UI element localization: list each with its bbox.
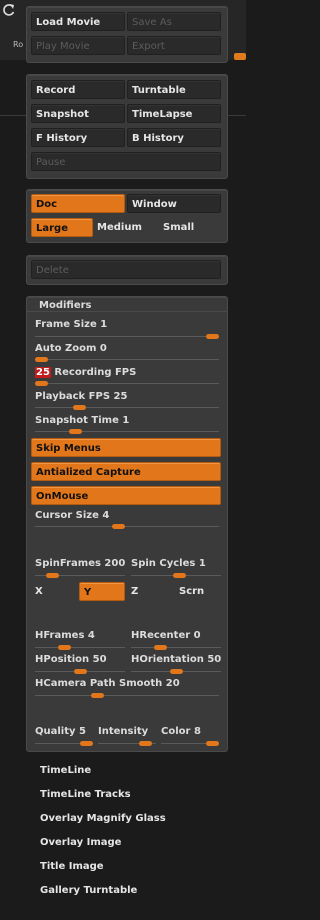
hcamera-path-smooth-slider[interactable]: HCamera Path Smooth 20 [35, 678, 180, 689]
modifiers-title: Modifiers [39, 300, 92, 311]
b-history-button[interactable]: B History [127, 128, 221, 147]
horientation-slider[interactable]: HOrientation 50 [131, 654, 221, 665]
slider-knob[interactable] [154, 645, 168, 650]
playback-fps-slider[interactable]: Playback FPS 25 [35, 391, 127, 402]
intensity-slider[interactable]: Intensity [98, 726, 148, 737]
medium-button[interactable]: Medium [97, 218, 142, 237]
spin-frames-slider[interactable]: SpinFrames 200 [35, 558, 125, 569]
snapshot-time-slider[interactable]: Snapshot Time 1 [35, 415, 129, 426]
background-slider-knob [234, 53, 246, 60]
slider-knob[interactable] [45, 573, 59, 578]
playback-fps-track [35, 407, 219, 408]
modifiers-panel: Modifiers Frame Size 1 Auto Zoom 0 25 Re… [26, 296, 228, 752]
slider-knob[interactable] [58, 645, 72, 650]
axis-scrn-button[interactable]: Scrn [179, 582, 204, 601]
record-button[interactable]: Record [31, 80, 125, 99]
recording-fps-slider[interactable]: 25 Recording FPS [35, 367, 136, 378]
large-button[interactable]: Large [31, 218, 93, 237]
auto-zoom-track [35, 359, 219, 360]
doc-button[interactable]: Doc [31, 194, 125, 213]
overlay-magnify-glass-menu[interactable]: Overlay Magnify Glass [40, 813, 166, 824]
auto-zoom-slider[interactable]: Auto Zoom 0 [35, 343, 107, 354]
mode-panel: Doc Window Large Medium Small [26, 189, 228, 243]
timeline-menu[interactable]: TimeLine [40, 765, 91, 776]
slider-knob[interactable] [35, 357, 48, 362]
title-image-menu[interactable]: Title Image [40, 861, 104, 872]
slider-knob[interactable] [69, 429, 83, 434]
save-as-button[interactable]: Save As [127, 12, 221, 31]
hcamera-path-smooth-track [35, 695, 219, 696]
slider-knob[interactable] [138, 741, 152, 746]
record-panel: Record Turntable Snapshot TimeLapse F Hi… [26, 74, 228, 179]
gallery-turntable-menu[interactable]: Gallery Turntable [40, 885, 137, 896]
hposition-slider[interactable]: HPosition 50 [35, 654, 107, 665]
color-slider[interactable]: Color 8 [161, 726, 201, 737]
slider-knob[interactable] [111, 524, 125, 529]
slider-knob[interactable] [206, 334, 219, 339]
timelapse-button[interactable]: TimeLapse [127, 104, 221, 123]
slider-knob[interactable] [73, 669, 87, 674]
frame-size-track [35, 336, 219, 337]
pause-button[interactable]: Pause [31, 152, 221, 171]
axis-y-button[interactable]: Y [79, 582, 125, 601]
slider-knob[interactable] [173, 573, 187, 578]
hframes-track [35, 647, 125, 648]
skip-menus-toggle[interactable]: Skip Menus [31, 438, 221, 457]
movie-panel: Load Movie Save As Play Movie Export [26, 6, 228, 63]
slider-knob[interactable] [206, 741, 219, 746]
spin-cycles-slider[interactable]: Spin Cycles 1 [131, 558, 206, 569]
cursor-size-slider[interactable]: Cursor Size 4 [35, 510, 109, 521]
background-partial-label: Ro [13, 40, 24, 49]
hrecenter-track [131, 647, 221, 648]
delete-button[interactable]: Delete [31, 260, 221, 279]
slider-knob[interactable] [91, 693, 105, 698]
frame-size-slider[interactable]: Frame Size 1 [35, 319, 107, 330]
turntable-button[interactable]: Turntable [127, 80, 221, 99]
antialized-capture-toggle[interactable]: Antialized Capture [31, 462, 221, 481]
quality-slider[interactable]: Quality 5 [35, 726, 86, 737]
recording-fps-track [35, 383, 219, 384]
slider-knob[interactable] [80, 741, 93, 746]
snapshot-time-track [35, 431, 219, 432]
snapshot-button[interactable]: Snapshot [31, 104, 125, 123]
f-history-button[interactable]: F History [31, 128, 125, 147]
slider-knob[interactable] [35, 381, 48, 386]
modifiers-divider [27, 311, 227, 312]
timeline-tracks-menu[interactable]: TimeLine Tracks [40, 789, 131, 800]
refresh-icon[interactable] [2, 3, 16, 17]
export-button[interactable]: Export [127, 36, 221, 55]
slider-knob[interactable] [169, 669, 183, 674]
recording-fps-value: 25 [35, 367, 51, 378]
hrecenter-slider[interactable]: HRecenter 0 [131, 630, 201, 641]
axis-x-button[interactable]: X [35, 582, 43, 601]
axis-z-button[interactable]: Z [131, 582, 138, 601]
overlay-image-menu[interactable]: Overlay Image [40, 837, 121, 848]
delete-panel: Delete [26, 255, 228, 285]
load-movie-button[interactable]: Load Movie [31, 12, 125, 31]
small-button[interactable]: Small [163, 218, 194, 237]
cursor-size-track [35, 526, 219, 527]
window-button[interactable]: Window [127, 194, 221, 213]
hframes-slider[interactable]: HFrames 4 [35, 630, 95, 641]
onmouse-toggle[interactable]: OnMouse [31, 486, 221, 505]
play-movie-button[interactable]: Play Movie [31, 36, 125, 55]
slider-knob[interactable] [72, 405, 86, 410]
